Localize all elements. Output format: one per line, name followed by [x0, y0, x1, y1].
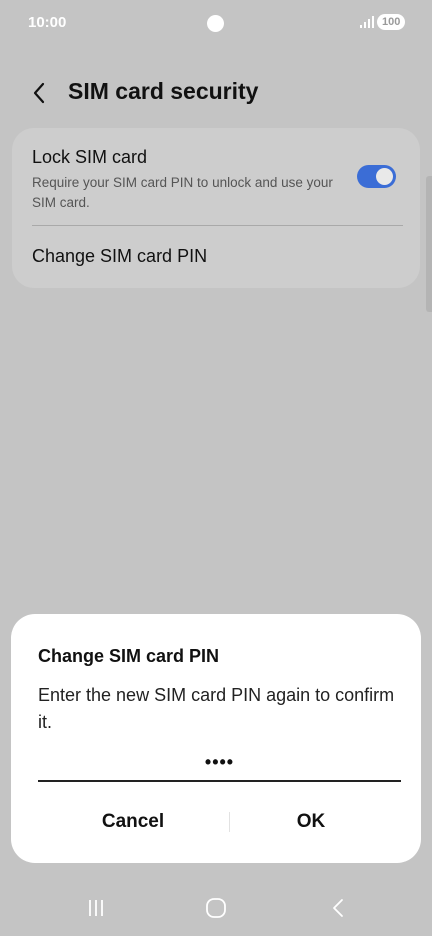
page-title: SIM card security	[68, 78, 259, 104]
toggle-knob	[376, 168, 393, 185]
change-sim-card-pin-label: Change SIM card PIN	[32, 246, 208, 266]
status-bar: 10:00 100	[0, 0, 432, 46]
scroll-indicator[interactable]	[426, 176, 432, 312]
ok-button[interactable]: OK	[211, 800, 411, 844]
battery-level: 100	[382, 16, 401, 28]
back-button[interactable]	[24, 78, 54, 108]
chevron-left-icon	[33, 82, 45, 104]
cancel-button[interactable]: Cancel	[33, 800, 233, 844]
status-time: 10:00	[28, 14, 67, 31]
signal-icon	[360, 16, 374, 28]
camera-cutout	[207, 15, 224, 32]
dialog-buttons: Cancel OK	[11, 800, 421, 844]
nav-back-button[interactable]	[318, 894, 358, 922]
home-icon	[206, 898, 226, 918]
dialog-message: Enter the new SIM card PIN again to conf…	[38, 685, 395, 732]
home-button[interactable]	[196, 894, 236, 922]
recents-icon	[89, 900, 103, 916]
lock-sim-card-toggle[interactable]	[357, 165, 396, 188]
navigation-bar	[0, 884, 432, 936]
lock-sim-card-title: Lock SIM card	[32, 147, 148, 167]
battery-icon: 100	[377, 14, 406, 30]
recents-button[interactable]	[76, 894, 116, 922]
settings-card: Lock SIM card Require your SIM card PIN …	[12, 128, 420, 288]
dialog-title: Change SIM card PIN	[38, 646, 220, 666]
lock-sim-card-row[interactable]: Lock SIM card Require your SIM card PIN …	[12, 128, 420, 225]
change-pin-dialog: Change SIM card PIN Enter the new SIM ca…	[11, 614, 421, 863]
lock-sim-card-description: Require your SIM card PIN to unlock and …	[32, 175, 333, 210]
app-header: SIM card security	[0, 62, 432, 122]
back-icon	[333, 899, 343, 917]
change-sim-card-pin-row[interactable]: Change SIM card PIN	[12, 226, 420, 288]
pin-input[interactable]	[38, 744, 401, 782]
